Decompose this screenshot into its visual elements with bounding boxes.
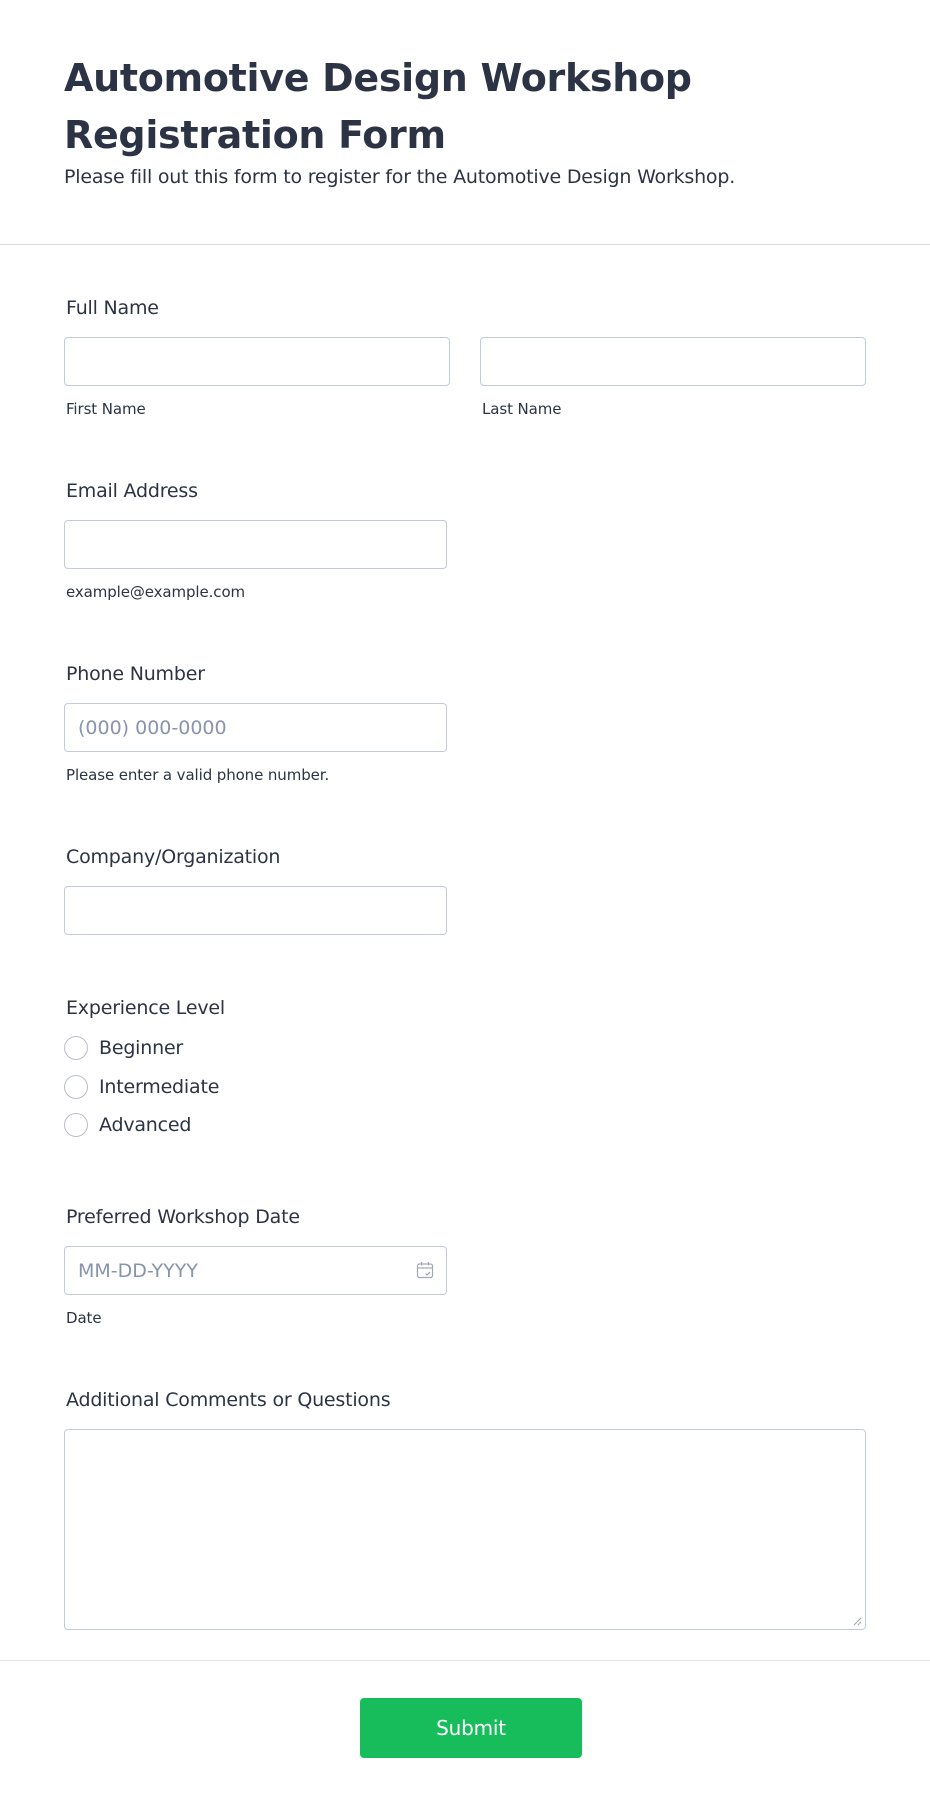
- calendar-icon[interactable]: [416, 1261, 434, 1279]
- radio-label: Beginner: [99, 1037, 184, 1059]
- radio-label: Intermediate: [99, 1076, 220, 1098]
- form-header: Automotive Design Workshop Registration …: [0, 0, 930, 245]
- radio-option-intermediate[interactable]: Intermediate: [64, 1075, 219, 1099]
- date-placeholder: MM-DD-YYYY: [78, 1259, 198, 1282]
- date-input[interactable]: MM-DD-YYYY: [64, 1246, 447, 1295]
- experience-label: Experience Level: [66, 997, 225, 1019]
- resize-grip-icon[interactable]: [852, 1616, 862, 1626]
- email-sublabel: example@example.com: [66, 583, 246, 601]
- last-name-input[interactable]: [480, 337, 866, 386]
- email-input[interactable]: [64, 520, 447, 569]
- full-name-label: Full Name: [66, 297, 159, 319]
- full-name-field: Full Name: [64, 295, 159, 321]
- form-title: Automotive Design Workshop Registration …: [64, 56, 692, 157]
- email-label: Email Address: [66, 480, 198, 502]
- first-name-input[interactable]: [64, 337, 450, 386]
- phone-field: Phone Number: [64, 661, 205, 687]
- last-name-sublabel: Last Name: [482, 400, 562, 418]
- radio-circle[interactable]: [64, 1113, 88, 1137]
- radio-label: Advanced: [99, 1114, 192, 1136]
- phone-sublabel: Please enter a valid phone number.: [66, 766, 330, 784]
- date-label: Preferred Workshop Date: [66, 1206, 300, 1228]
- phone-placeholder: (000) 000-0000: [78, 716, 227, 739]
- radio-option-beginner[interactable]: Beginner: [64, 1036, 183, 1060]
- email-field: Email Address: [64, 478, 198, 504]
- radio-option-advanced[interactable]: Advanced: [64, 1113, 191, 1137]
- company-input[interactable]: [64, 886, 447, 935]
- company-field: Company/Organization: [64, 844, 280, 870]
- first-name-sublabel: First Name: [66, 400, 146, 418]
- comments-field: Additional Comments or Questions: [64, 1387, 391, 1413]
- company-label: Company/Organization: [66, 846, 281, 868]
- form-subtitle: Please fill out this form to register fo…: [64, 166, 736, 188]
- radio-circle[interactable]: [64, 1075, 88, 1099]
- date-field: Preferred Workshop Date: [64, 1204, 300, 1230]
- date-sublabel: Date: [66, 1309, 102, 1327]
- submit-button[interactable]: Submit: [360, 1698, 582, 1758]
- radio-circle[interactable]: [64, 1036, 88, 1060]
- footer-divider: [0, 1660, 930, 1661]
- phone-label: Phone Number: [66, 663, 205, 685]
- comments-textarea[interactable]: [64, 1429, 866, 1630]
- comments-label: Additional Comments or Questions: [66, 1389, 391, 1411]
- experience-field: Experience Level Beginner Intermediate A…: [64, 995, 464, 1145]
- phone-input[interactable]: (000) 000-0000: [64, 703, 447, 752]
